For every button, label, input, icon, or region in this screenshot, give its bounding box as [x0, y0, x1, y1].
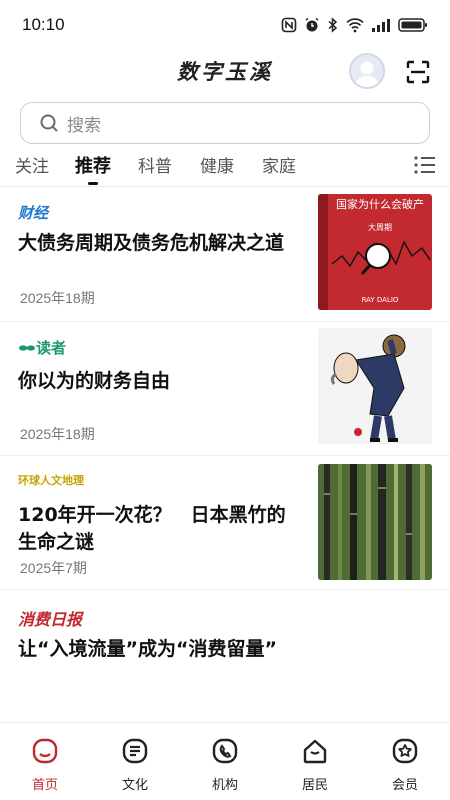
tab-science[interactable]: 科普 — [138, 152, 172, 177]
article-date: 2025年18期 — [20, 426, 95, 442]
bamboo-forest-image — [318, 464, 432, 580]
home-icon — [32, 738, 58, 764]
tab-follow[interactable]: 关注 — [15, 152, 49, 177]
culture-icon — [122, 738, 148, 764]
article-title: 让“入境流量”成为“消费留量” — [18, 638, 277, 660]
category-tabs: 关注 推荐 科普 健康 家庭 — [0, 148, 450, 188]
resident-icon — [303, 739, 327, 764]
list-item[interactable]: 消费日报 让“入境流量”成为“消费留量” — [0, 590, 450, 690]
search-icon — [40, 114, 58, 132]
nfc-icon — [281, 17, 297, 33]
nav-label: 文化 — [121, 778, 148, 793]
wifi-icon — [346, 18, 364, 33]
alarm-icon — [305, 17, 319, 32]
nav-institution[interactable]: 机构 — [180, 723, 270, 800]
book-subtitle: 大周期 — [368, 222, 392, 232]
source-logo: 读者 — [18, 337, 66, 358]
article-title: 你以为的财务自由 — [18, 370, 171, 392]
active-tab-indicator — [88, 182, 98, 185]
book-author: RAY DALIO — [362, 296, 399, 304]
source-logo: 财经 — [18, 204, 49, 222]
article-thumbnail — [318, 464, 432, 580]
source-logo: 消费日报 — [18, 610, 83, 629]
member-icon — [392, 738, 418, 764]
book-title: 国家为什么会破产 — [336, 197, 424, 211]
nav-culture[interactable]: 文化 — [90, 723, 180, 800]
tab-recommend[interactable]: 推荐 — [75, 152, 111, 178]
status-bar: 10:10 — [0, 0, 450, 50]
article-date: 2025年18期 — [20, 290, 95, 306]
nav-label: 会员 — [391, 778, 418, 793]
battery-icon — [398, 18, 427, 32]
article-date: 2025年7期 — [20, 560, 87, 576]
bluetooth-icon — [328, 17, 338, 33]
nav-label: 机构 — [211, 778, 238, 793]
app-header: 数字玉溪 — [0, 50, 450, 96]
scan-icon[interactable] — [404, 58, 432, 86]
nav-resident[interactable]: 居民 — [270, 723, 360, 800]
cartoon-man-image — [330, 334, 406, 442]
signal-icon — [372, 19, 390, 32]
article-title: 大债务周期及债务危机解决之道 — [18, 232, 285, 254]
search-input[interactable]: 搜索 — [20, 102, 430, 144]
status-icons — [281, 17, 428, 33]
bottom-nav: 首页 文化 机构 居民 会员 — [0, 722, 450, 800]
source-name: 读者 — [36, 339, 67, 357]
list-item[interactable]: 读者 你以为的财务自由 2025年18期 — [0, 322, 450, 456]
nav-home[interactable]: 首页 — [0, 723, 90, 800]
duzhe-logo-icon — [19, 345, 35, 351]
nav-member[interactable]: 会员 — [360, 723, 450, 800]
book-cover-image: 国家为什么会破产 大周期 RAY DALIO — [318, 194, 431, 310]
nav-label: 居民 — [301, 778, 328, 793]
avatar[interactable] — [349, 53, 385, 89]
article-thumbnail — [318, 328, 432, 444]
article-title: 120年开一次花？ 日本黑竹的生命之谜 — [18, 504, 286, 553]
institution-icon — [212, 738, 238, 764]
tabs-divider — [0, 186, 450, 187]
source-logo: 环球人文地理 — [18, 474, 84, 487]
article-thumbnail: 国家为什么会破产 大周期 RAY DALIO — [318, 194, 432, 310]
channel-menu-icon[interactable] — [414, 156, 436, 174]
list-item[interactable]: 财经 大债务周期及债务危机解决之道 2025年18期 国家为什么会破产 大周期 … — [0, 188, 450, 322]
tab-health[interactable]: 健康 — [200, 152, 234, 177]
search-placeholder: 搜索 — [67, 115, 101, 136]
nav-label: 首页 — [31, 778, 58, 793]
status-time: 10:10 — [22, 15, 65, 34]
tab-family[interactable]: 家庭 — [262, 152, 296, 177]
list-item[interactable]: 环球人文地理 120年开一次花？ 日本黑竹的生命之谜 2025年7期 — [0, 456, 450, 590]
